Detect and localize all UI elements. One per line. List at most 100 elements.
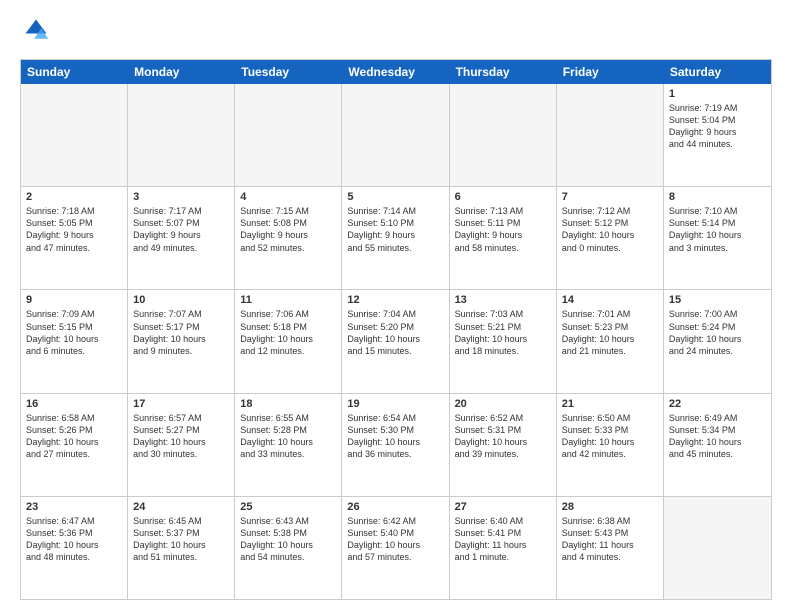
day-number: 2 — [26, 191, 122, 203]
calendar-cell — [21, 84, 128, 186]
calendar-cell: 26 Sunrise: 6:42 AM Sunset: 5:40 PM Dayli… — [342, 497, 449, 599]
day-number: 25 — [240, 501, 336, 513]
day-number: 14 — [562, 294, 658, 306]
cell-info: Sunrise: 7:00 AM Sunset: 5:24 PM Dayligh… — [669, 308, 766, 357]
cell-info: Sunrise: 7:10 AM Sunset: 5:14 PM Dayligh… — [669, 205, 766, 254]
calendar-cell: 28Sunrise: 6:38 AM Sunset: 5:43 PM Dayli… — [557, 497, 664, 599]
cell-info: Sunrise: 6:45 AM Sunset: 5:37 PM Dayligh… — [133, 515, 229, 564]
calendar-cell: 11 Sunrise: 7:06 AM Sunset: 5:18 PM Dayli… — [235, 290, 342, 392]
calendar-cell: 14 Sunrise: 7:01 AM Sunset: 5:23 PM Dayli… — [557, 290, 664, 392]
day-number: 21 — [562, 398, 658, 410]
day-number: 13 — [455, 294, 551, 306]
cell-info: Sunrise: 6:52 AM Sunset: 5:31 PM Dayligh… — [455, 412, 551, 461]
calendar-header: SundayMondayTuesdayWednesdayThursdayFrid… — [21, 60, 771, 84]
day-number: 22 — [669, 398, 766, 410]
calendar-cell: 1 Sunrise: 7:19 AM Sunset: 5:04 PM Daylig… — [664, 84, 771, 186]
logo — [20, 16, 52, 49]
calendar-cell: 13 Sunrise: 7:03 AM Sunset: 5:21 PM Dayli… — [450, 290, 557, 392]
calendar-cell — [557, 84, 664, 186]
calendar-row: 2 Sunrise: 7:18 AM Sunset: 5:05 PM Daylig… — [21, 187, 771, 290]
cell-info: Sunrise: 7:03 AM Sunset: 5:21 PM Dayligh… — [455, 308, 551, 357]
calendar-cell: 24 Sunrise: 6:45 AM Sunset: 5:37 PM Dayli… — [128, 497, 235, 599]
calendar-row: 16 Sunrise: 6:58 AM Sunset: 5:26 PM Dayli… — [21, 394, 771, 497]
cell-info: Sunrise: 7:12 AM Sunset: 5:12 PM Dayligh… — [562, 205, 658, 254]
cell-info: Sunrise: 7:06 AM Sunset: 5:18 PM Dayligh… — [240, 308, 336, 357]
cell-info: Sunrise: 6:50 AM Sunset: 5:33 PM Dayligh… — [562, 412, 658, 461]
header-cell-saturday: Saturday — [664, 60, 771, 84]
calendar-cell: 15 Sunrise: 7:00 AM Sunset: 5:24 PM Dayli… — [664, 290, 771, 392]
calendar-cell — [128, 84, 235, 186]
calendar-cell: 9 Sunrise: 7:09 AM Sunset: 5:15 PM Daylig… — [21, 290, 128, 392]
cell-info: Sunrise: 7:09 AM Sunset: 5:15 PM Dayligh… — [26, 308, 122, 357]
day-number: 5 — [347, 191, 443, 203]
calendar-cell — [342, 84, 449, 186]
cell-info: Sunrise: 6:43 AM Sunset: 5:38 PM Dayligh… — [240, 515, 336, 564]
calendar-cell — [235, 84, 342, 186]
day-number: 4 — [240, 191, 336, 203]
cell-info: Sunrise: 7:01 AM Sunset: 5:23 PM Dayligh… — [562, 308, 658, 357]
calendar-cell: 27 Sunrise: 6:40 AM Sunset: 5:41 PM Dayli… — [450, 497, 557, 599]
header-cell-wednesday: Wednesday — [342, 60, 449, 84]
calendar-cell: 17Sunrise: 6:57 AM Sunset: 5:27 PM Dayli… — [128, 394, 235, 496]
page: SundayMondayTuesdayWednesdayThursdayFrid… — [0, 0, 792, 612]
cell-info: Sunrise: 7:17 AM Sunset: 5:07 PM Dayligh… — [133, 205, 229, 254]
day-number: 8 — [669, 191, 766, 203]
cell-info: Sunrise: 6:55 AM Sunset: 5:28 PM Dayligh… — [240, 412, 336, 461]
calendar-cell: 8 Sunrise: 7:10 AM Sunset: 5:14 PM Daylig… — [664, 187, 771, 289]
day-number: 24 — [133, 501, 229, 513]
cell-info: Sunrise: 6:58 AM Sunset: 5:26 PM Dayligh… — [26, 412, 122, 461]
calendar-cell: 21 Sunrise: 6:50 AM Sunset: 5:33 PM Dayli… — [557, 394, 664, 496]
day-number: 15 — [669, 294, 766, 306]
day-number: 20 — [455, 398, 551, 410]
calendar-row: 23Sunrise: 6:47 AM Sunset: 5:36 PM Dayli… — [21, 497, 771, 599]
day-number: 1 — [669, 88, 766, 100]
calendar-cell: 12 Sunrise: 7:04 AM Sunset: 5:20 PM Dayli… — [342, 290, 449, 392]
calendar-cell: 4 Sunrise: 7:15 AM Sunset: 5:08 PM Daylig… — [235, 187, 342, 289]
cell-info: Sunrise: 7:19 AM Sunset: 5:04 PM Dayligh… — [669, 102, 766, 151]
cell-info: Sunrise: 6:49 AM Sunset: 5:34 PM Dayligh… — [669, 412, 766, 461]
day-number: 19 — [347, 398, 443, 410]
calendar-row: 1 Sunrise: 7:19 AM Sunset: 5:04 PM Daylig… — [21, 84, 771, 187]
header-cell-sunday: Sunday — [21, 60, 128, 84]
day-number: 16 — [26, 398, 122, 410]
calendar-cell: 2 Sunrise: 7:18 AM Sunset: 5:05 PM Daylig… — [21, 187, 128, 289]
day-number: 6 — [455, 191, 551, 203]
calendar-cell: 7Sunrise: 7:12 AM Sunset: 5:12 PM Daylig… — [557, 187, 664, 289]
calendar-cell: 6Sunrise: 7:13 AM Sunset: 5:11 PM Daylig… — [450, 187, 557, 289]
calendar-cell: 22 Sunrise: 6:49 AM Sunset: 5:34 PM Dayli… — [664, 394, 771, 496]
cell-info: Sunrise: 6:42 AM Sunset: 5:40 PM Dayligh… — [347, 515, 443, 564]
day-number: 12 — [347, 294, 443, 306]
calendar-cell: 19 Sunrise: 6:54 AM Sunset: 5:30 PM Dayli… — [342, 394, 449, 496]
cell-info: Sunrise: 7:04 AM Sunset: 5:20 PM Dayligh… — [347, 308, 443, 357]
day-number: 27 — [455, 501, 551, 513]
calendar-cell: 25 Sunrise: 6:43 AM Sunset: 5:38 PM Dayli… — [235, 497, 342, 599]
cell-info: Sunrise: 6:54 AM Sunset: 5:30 PM Dayligh… — [347, 412, 443, 461]
calendar-cell: 20 Sunrise: 6:52 AM Sunset: 5:31 PM Dayli… — [450, 394, 557, 496]
day-number: 3 — [133, 191, 229, 203]
day-number: 26 — [347, 501, 443, 513]
cell-info: Sunrise: 7:14 AM Sunset: 5:10 PM Dayligh… — [347, 205, 443, 254]
header-cell-monday: Monday — [128, 60, 235, 84]
calendar-body: 1 Sunrise: 7:19 AM Sunset: 5:04 PM Daylig… — [21, 84, 771, 599]
calendar-cell: 23Sunrise: 6:47 AM Sunset: 5:36 PM Dayli… — [21, 497, 128, 599]
cell-info: Sunrise: 7:18 AM Sunset: 5:05 PM Dayligh… — [26, 205, 122, 254]
day-number: 11 — [240, 294, 336, 306]
header — [20, 16, 772, 49]
calendar-cell: 16 Sunrise: 6:58 AM Sunset: 5:26 PM Dayli… — [21, 394, 128, 496]
calendar-cell: 5 Sunrise: 7:14 AM Sunset: 5:10 PM Daylig… — [342, 187, 449, 289]
day-number: 28 — [562, 501, 658, 513]
day-number: 23 — [26, 501, 122, 513]
header-cell-friday: Friday — [557, 60, 664, 84]
cell-info: Sunrise: 7:15 AM Sunset: 5:08 PM Dayligh… — [240, 205, 336, 254]
header-cell-thursday: Thursday — [450, 60, 557, 84]
calendar-cell — [664, 497, 771, 599]
calendar-cell: 3 Sunrise: 7:17 AM Sunset: 5:07 PM Daylig… — [128, 187, 235, 289]
cell-info: Sunrise: 6:40 AM Sunset: 5:41 PM Dayligh… — [455, 515, 551, 564]
header-cell-tuesday: Tuesday — [235, 60, 342, 84]
cell-info: Sunrise: 7:07 AM Sunset: 5:17 PM Dayligh… — [133, 308, 229, 357]
calendar-cell — [450, 84, 557, 186]
calendar: SundayMondayTuesdayWednesdayThursdayFrid… — [20, 59, 772, 600]
day-number: 9 — [26, 294, 122, 306]
calendar-cell: 18Sunrise: 6:55 AM Sunset: 5:28 PM Dayli… — [235, 394, 342, 496]
calendar-cell: 10Sunrise: 7:07 AM Sunset: 5:17 PM Dayli… — [128, 290, 235, 392]
